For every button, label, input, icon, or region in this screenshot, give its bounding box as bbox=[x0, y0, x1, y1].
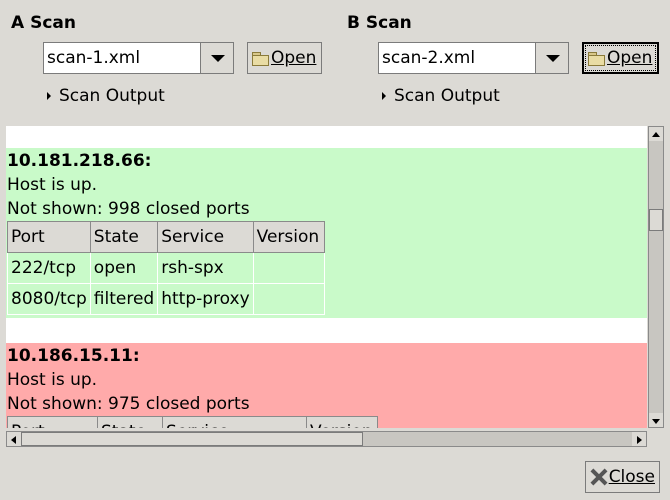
b-scan-open-button[interactable]: Open bbox=[582, 42, 659, 74]
scroll-right-arrow-icon[interactable] bbox=[632, 432, 646, 446]
column-header-port: Port bbox=[7, 221, 91, 253]
a-scan-dropdown-button[interactable] bbox=[200, 42, 234, 74]
port-cell: 222/tcp bbox=[7, 252, 91, 284]
service-cell: http-proxy bbox=[157, 283, 254, 315]
diff-results-panel[interactable]: 10.181.218.66: Host is up. Not shown: 99… bbox=[6, 126, 647, 428]
ports-table: Port State Service Version bbox=[7, 416, 378, 428]
expander-arrow-icon bbox=[382, 92, 386, 100]
scroll-down-arrow-icon[interactable] bbox=[649, 413, 663, 427]
column-header-version: Version bbox=[252, 221, 325, 253]
a-scan-file-combo[interactable]: scan-1.xml bbox=[43, 42, 201, 74]
column-header-service: Service bbox=[162, 416, 307, 428]
close-label: Close bbox=[608, 467, 655, 487]
a-scan-file-value: scan-1.xml bbox=[47, 48, 141, 68]
b-scan-dropdown-button[interactable] bbox=[535, 42, 569, 74]
column-header-port: Port bbox=[7, 416, 98, 428]
version-cell bbox=[252, 283, 325, 315]
b-scan-file-value: scan-2.xml bbox=[382, 48, 476, 68]
b-scan-file-combo[interactable]: scan-2.xml bbox=[378, 42, 536, 74]
host-status: Host is up. bbox=[7, 175, 98, 195]
a-scan-output-label: Scan Output bbox=[59, 86, 165, 106]
a-scan-title: A Scan bbox=[11, 13, 76, 33]
b-scan-output-expander[interactable]: Scan Output bbox=[382, 86, 500, 106]
a-scan-open-label: Open bbox=[271, 48, 317, 68]
host-status: Host is up. bbox=[7, 370, 98, 390]
state-cell: filtered bbox=[89, 283, 159, 315]
host-address: 10.181.218.66: bbox=[7, 151, 152, 171]
host-block: 10.186.15.11: Host is up. Not shown: 975… bbox=[6, 343, 647, 428]
port-cell: 8080/tcp bbox=[7, 283, 91, 315]
horizontal-scroll-thumb[interactable] bbox=[21, 432, 363, 446]
column-header-state: State bbox=[97, 416, 163, 428]
close-button[interactable]: Close bbox=[585, 461, 660, 493]
host-not-shown: Not shown: 975 closed ports bbox=[7, 394, 250, 414]
b-scan-open-label: Open bbox=[607, 48, 653, 68]
expander-arrow-icon bbox=[47, 92, 51, 100]
table-row: 222/tcp open rsh-spx bbox=[7, 252, 325, 284]
version-cell bbox=[252, 252, 325, 284]
column-header-service: Service bbox=[157, 221, 254, 253]
horizontal-scrollbar[interactable] bbox=[6, 431, 647, 447]
folder-open-icon bbox=[252, 51, 269, 66]
ports-table: Port State Service Version 222/tcp open … bbox=[7, 221, 325, 315]
vertical-scroll-thumb[interactable] bbox=[649, 209, 663, 231]
a-scan-open-button[interactable]: Open bbox=[247, 42, 322, 74]
scroll-left-arrow-icon[interactable] bbox=[7, 432, 21, 446]
folder-open-icon bbox=[588, 51, 605, 66]
service-cell: rsh-spx bbox=[157, 252, 254, 284]
host-not-shown: Not shown: 998 closed ports bbox=[7, 199, 250, 219]
scroll-up-arrow-icon[interactable] bbox=[649, 127, 663, 141]
vertical-scrollbar[interactable] bbox=[648, 126, 664, 428]
host-address: 10.186.15.11: bbox=[7, 346, 140, 366]
a-scan-output-expander[interactable]: Scan Output bbox=[47, 86, 165, 106]
b-scan-output-label: Scan Output bbox=[394, 86, 500, 106]
table-row: 8080/tcp filtered http-proxy bbox=[7, 283, 325, 315]
b-scan-title: B Scan bbox=[347, 13, 412, 33]
close-icon bbox=[590, 468, 607, 486]
host-block: 10.181.218.66: Host is up. Not shown: 99… bbox=[6, 148, 647, 318]
column-header-state: State bbox=[89, 221, 159, 253]
column-header-version: Version bbox=[306, 416, 378, 428]
state-cell: open bbox=[89, 252, 159, 284]
